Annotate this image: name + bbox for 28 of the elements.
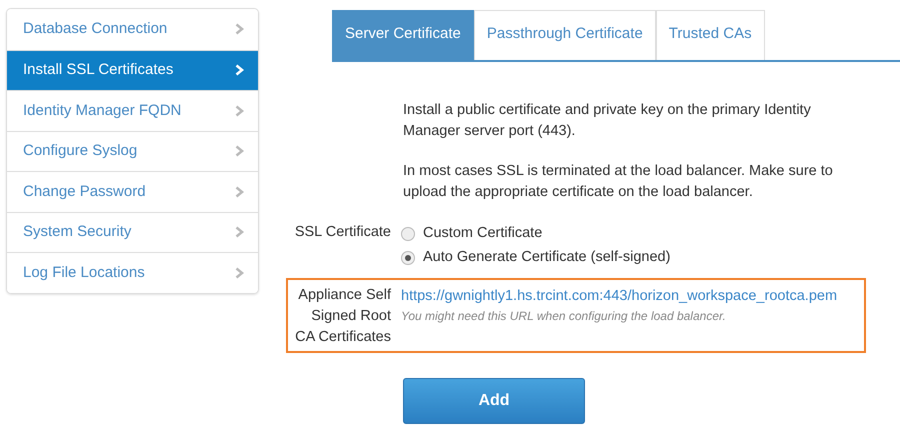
paragraph: In most cases SSL is terminated at the load balancer. Make sure to upload the appropriate certificate on the load balancer. bbox=[403, 162, 834, 202]
chevron-right-icon bbox=[235, 145, 244, 158]
tab[interactable]: Trusted CAs bbox=[656, 10, 765, 60]
field-label: SSL Certificate bbox=[294, 222, 391, 242]
url-link[interactable]: https://gwnightly1.hs.trcint.com:443/horizon_workspace_rootca.pem bbox=[401, 288, 838, 304]
add-button[interactable]: Add bbox=[403, 378, 585, 424]
sidebar-item[interactable]: Change Password bbox=[7, 171, 258, 212]
sidebar-item[interactable]: Identity Manager FQDN bbox=[7, 90, 258, 130]
sidebar-item[interactable]: Configure Syslog bbox=[7, 130, 258, 171]
chevron-right-icon bbox=[235, 186, 244, 198]
tab[interactable]: Server Certificate bbox=[332, 10, 474, 60]
hint-text: You might need this URL when configuring the load balancer. bbox=[401, 308, 727, 326]
sidebar-item[interactable]: Log File Locations bbox=[7, 252, 258, 292]
sidebar-item[interactable]: System Security bbox=[7, 212, 258, 252]
radio-label: Auto Generate Certificate (self-signed) bbox=[423, 248, 670, 267]
chevron-right-icon bbox=[235, 23, 244, 36]
paragraph: Install a public certificate and private key on the primary Identity Manager server port (443). bbox=[403, 100, 812, 140]
radio-button[interactable] bbox=[401, 226, 415, 240]
chevron-right-icon bbox=[235, 64, 244, 76]
field-label: Appliance Self Signed Root CA Certificates bbox=[294, 286, 391, 346]
chevron-right-icon bbox=[235, 266, 244, 279]
radio-button[interactable] bbox=[401, 250, 415, 264]
radio-label: Custom Certificate bbox=[423, 224, 542, 243]
chevron-right-icon bbox=[235, 104, 244, 117]
chevron-right-icon bbox=[235, 226, 244, 238]
sidebar-item[interactable]: Database Connection bbox=[7, 9, 258, 50]
sidebar-item[interactable]: Install SSL Certificates bbox=[7, 50, 258, 90]
tab[interactable]: Passthrough Certificate bbox=[474, 10, 656, 60]
